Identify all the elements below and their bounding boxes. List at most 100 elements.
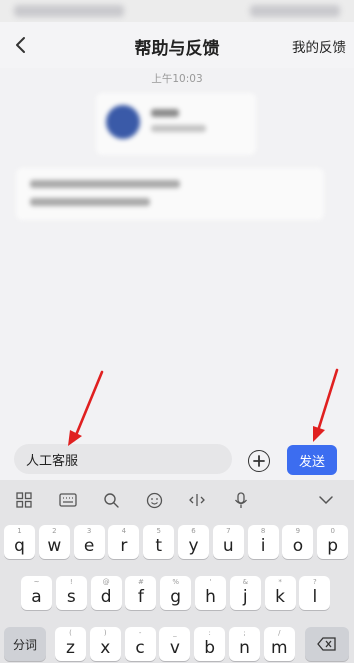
key-hint: 6	[191, 527, 196, 535]
key-char: q	[14, 536, 25, 556]
key-o[interactable]: 9o	[282, 525, 314, 559]
key-hint: 5	[156, 527, 161, 535]
status-bar	[0, 0, 354, 22]
nav-bar: 帮助与反馈 我的反馈	[0, 22, 354, 68]
key-char: h	[205, 587, 216, 607]
key-char: t	[155, 536, 163, 556]
key-x[interactable]: ) x	[89, 627, 121, 661]
key-char: s	[66, 587, 76, 607]
key-char: u	[222, 536, 234, 556]
key-char: v	[169, 638, 180, 658]
key-hint: :	[208, 629, 211, 637]
key-w[interactable]: 2w	[38, 525, 70, 559]
key-p[interactable]: 0p	[317, 525, 349, 559]
key-a[interactable]: ~ a	[21, 576, 52, 610]
chevron-down-icon[interactable]	[316, 490, 336, 510]
key-j[interactable]: & j	[229, 576, 261, 610]
key-c[interactable]: -c	[124, 627, 156, 661]
key-hint: %	[172, 578, 180, 586]
key-char: j	[242, 587, 248, 607]
key-d[interactable]: @ d	[90, 576, 122, 610]
key-hint: &	[242, 578, 249, 586]
key-char: a	[31, 587, 42, 607]
key-y[interactable]: 6y	[178, 525, 209, 559]
key-f[interactable]: # f	[125, 576, 157, 610]
key-char: r	[120, 536, 128, 556]
key-z[interactable]: (z	[55, 627, 86, 661]
send-button[interactable]: 发送	[287, 445, 337, 475]
message-input[interactable]	[14, 444, 232, 474]
key-g[interactable]: % g	[160, 576, 192, 610]
bot-desc-blurred	[151, 125, 206, 132]
key-char: e	[83, 536, 95, 556]
search-icon[interactable]	[101, 490, 121, 510]
key-k[interactable]: * k	[264, 576, 296, 610]
backspace-key[interactable]	[305, 627, 349, 661]
bot-avatar	[106, 105, 140, 139]
key-hint: @	[102, 578, 110, 586]
key-r[interactable]: 4r	[108, 525, 140, 559]
key-char: b	[204, 638, 216, 658]
key-s[interactable]: ! s	[55, 576, 87, 610]
key-hint: (	[69, 629, 72, 637]
key-hint: -	[138, 629, 142, 637]
key-hint: '	[209, 578, 212, 586]
key-char: n	[239, 638, 250, 658]
key-h[interactable]: ' h	[195, 576, 226, 610]
key-hint: _	[173, 629, 177, 637]
key-n[interactable]: ; n	[229, 627, 260, 661]
bot-name-blurred	[151, 109, 179, 117]
key-hint: ;	[243, 629, 246, 637]
key-hint: )	[103, 629, 107, 637]
screen: 帮助与反馈 我的反馈 上午10:03 发送	[0, 0, 354, 663]
status-bar-left-blurred	[14, 5, 124, 17]
keyboard-layout-icon[interactable]	[58, 490, 78, 510]
key-hint: ?	[313, 578, 317, 586]
key-char: l	[312, 587, 318, 607]
grid-menu-icon[interactable]	[14, 490, 34, 510]
key-t[interactable]: 5t	[143, 525, 175, 559]
key-char: z	[66, 638, 75, 658]
bot-message-line-blurred	[30, 198, 150, 206]
key-q[interactable]: 1q	[4, 525, 35, 559]
key-hint: ~	[33, 578, 40, 586]
key-char: k	[275, 587, 286, 607]
key-l[interactable]: ? l	[299, 576, 331, 610]
key-hint: /	[278, 629, 281, 637]
key-m[interactable]: / m	[263, 627, 295, 661]
key-hint: 3	[86, 527, 92, 535]
segment-key[interactable]: 分词	[4, 627, 46, 661]
bot-profile-card[interactable]	[96, 93, 256, 155]
key-b[interactable]: :b	[194, 627, 226, 661]
key-char: g	[170, 587, 182, 607]
key-v[interactable]: _ v	[159, 627, 191, 661]
key-hint: 0	[330, 527, 335, 535]
emoji-icon[interactable]	[144, 490, 164, 510]
microphone-icon[interactable]	[231, 490, 251, 510]
cursor-move-icon[interactable]	[187, 490, 207, 510]
bot-message-bubble	[16, 168, 324, 220]
status-bar-right-blurred	[250, 5, 340, 17]
my-feedback-link[interactable]: 我的反馈	[292, 36, 346, 56]
key-char: y	[188, 536, 199, 556]
key-hint: 7	[226, 527, 231, 535]
key-hint: 2	[52, 527, 57, 535]
key-e[interactable]: 3e	[73, 525, 105, 559]
message-composer: 发送	[0, 436, 354, 480]
message-timestamp: 上午10:03	[151, 73, 203, 85]
key-hint: 4	[121, 527, 127, 535]
key-i[interactable]: 8i	[247, 525, 279, 559]
key-u[interactable]: 7u	[212, 525, 244, 559]
soft-keyboard: 1q2w3e4r5t6y7u8i9o0p ~ a! s @ d # f% g ' h & j * k? l …	[0, 480, 354, 663]
key-hint: 9	[295, 527, 301, 535]
bot-message-line-blurred	[30, 180, 180, 188]
segment-key-label: 分词	[12, 638, 37, 652]
key-hint: *	[278, 578, 282, 586]
keyboard-toolbar	[0, 480, 354, 518]
key-hint: 8	[260, 527, 266, 535]
key-hint: !	[69, 578, 73, 586]
key-char: m	[271, 638, 288, 658]
add-attachment-button[interactable]	[248, 450, 270, 472]
key-char: p	[327, 536, 339, 556]
plus-icon	[253, 455, 265, 467]
